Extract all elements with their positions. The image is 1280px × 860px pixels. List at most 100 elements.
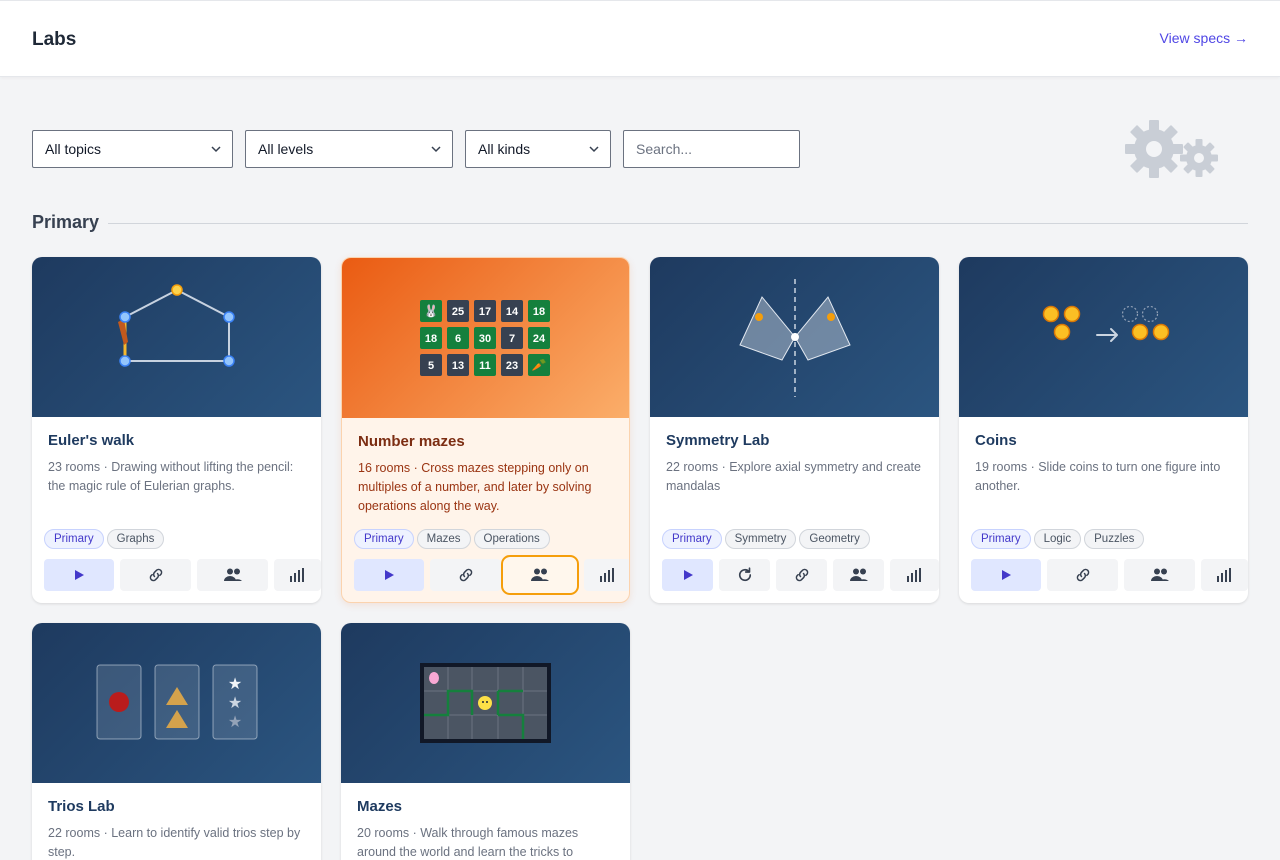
svg-text:★: ★ <box>228 693 242 712</box>
grid-cell-value: 14 <box>506 306 519 318</box>
card-title: Euler's walk <box>48 432 135 449</box>
card-title: Trios Lab <box>48 798 115 815</box>
topic-select[interactable]: All topics <box>32 130 233 168</box>
tag-list: Primary Symmetry Geometry <box>662 529 873 549</box>
grid-cell-value: 6 <box>455 333 461 345</box>
link-icon <box>795 568 808 582</box>
stats-button[interactable] <box>890 559 939 591</box>
chevron-down-icon <box>211 146 221 153</box>
copy-link-button[interactable] <box>430 559 501 591</box>
kind-select-value: All kinds <box>478 141 531 157</box>
top-bar: Labs View specs → <box>0 0 1280 77</box>
group-play-button[interactable] <box>833 559 884 591</box>
grid-cell-value: 24 <box>533 333 546 345</box>
users-icon <box>223 568 242 581</box>
group-play-button[interactable] <box>501 555 579 595</box>
tag: Symmetry <box>724 529 797 549</box>
stats-button[interactable] <box>584 559 629 591</box>
maze-illustration-icon <box>420 663 551 743</box>
play-button[interactable] <box>44 559 114 591</box>
grid-cell-value: 🥕 <box>532 358 547 372</box>
symmetry-illustration-icon <box>739 279 851 397</box>
level-select[interactable]: All levels <box>245 130 453 168</box>
refresh-icon <box>738 567 751 582</box>
play-button[interactable] <box>354 559 424 591</box>
grid-cell-value: 17 <box>479 306 491 318</box>
card-description: 19 rooms · Slide coins to turn one figur… <box>975 460 1221 493</box>
tag-list: Primary Logic Puzzles <box>971 529 1147 549</box>
chevron-down-icon <box>589 146 599 153</box>
tag: Primary <box>971 529 1031 549</box>
stats-icon <box>906 568 921 582</box>
grid-cell-value: 11 <box>479 360 491 372</box>
tag-list: Primary Graphs <box>44 529 167 549</box>
lab-card-eulers-walk[interactable]: Euler's walk 23 rooms · Drawing without … <box>32 257 321 603</box>
card-description: 23 rooms · Drawing without lifting the p… <box>48 460 294 493</box>
users-icon <box>531 568 549 581</box>
chevron-down-icon <box>431 146 441 153</box>
stats-button[interactable] <box>274 559 321 591</box>
card-title: Mazes <box>357 798 403 815</box>
link-icon <box>149 568 162 582</box>
view-specs-link[interactable]: View specs → <box>1160 30 1248 46</box>
grid-cell-value: 23 <box>506 360 518 372</box>
tag: Mazes <box>416 529 471 549</box>
play-button[interactable] <box>971 559 1041 591</box>
group-play-button[interactable] <box>1124 559 1195 591</box>
trios-illustration-icon: ★ ★ ★ <box>96 664 258 740</box>
play-icon <box>385 570 394 580</box>
page-title: Labs <box>32 29 77 50</box>
copy-link-button[interactable] <box>776 559 827 591</box>
link-icon <box>1076 568 1089 582</box>
copy-link-button[interactable] <box>1047 559 1118 591</box>
search-input[interactable] <box>623 130 800 168</box>
card-description: 20 rooms · Walk through famous mazes aro… <box>357 826 579 859</box>
play-button[interactable] <box>662 559 713 591</box>
lab-card-trios-lab[interactable]: ★ ★ ★ Trios Lab 22 rooms · Learn to iden… <box>32 623 321 860</box>
lab-card-number-mazes[interactable]: 🐰 25 17 14 18 18 6 30 7 24 5 13 11 23 🥕 Number mazes 1… <box>341 257 630 603</box>
lab-card-coins[interactable]: Coins 19 rooms · Slide coins to turn one… <box>959 257 1248 603</box>
grid-cell-value: 7 <box>509 333 515 345</box>
stats-icon <box>289 568 304 582</box>
grid-cell-value: 25 <box>452 306 464 318</box>
card-thumbnail: 🐰 25 17 14 18 18 6 30 7 24 5 13 11 23 🥕 <box>342 258 629 418</box>
link-icon <box>459 568 472 582</box>
lab-card-mazes[interactable]: Mazes 20 rooms · Walk through famous maz… <box>341 623 630 860</box>
tag: Primary <box>354 529 414 549</box>
users-icon <box>849 568 868 581</box>
graph-illustration-icon <box>118 284 235 367</box>
group-play-button[interactable] <box>197 559 268 591</box>
tag: Puzzles <box>1084 529 1145 549</box>
stats-icon <box>599 568 614 582</box>
lab-card-symmetry-lab[interactable]: Symmetry Lab 22 rooms · Explore axial sy… <box>650 257 939 603</box>
restart-button[interactable] <box>719 559 770 591</box>
play-icon <box>1002 570 1011 580</box>
stats-icon <box>1216 568 1231 582</box>
section-title: Primary <box>32 212 100 232</box>
svg-text:★: ★ <box>228 674 242 693</box>
card-description: 22 rooms · Learn to identify valid trios… <box>48 826 301 859</box>
gears-icon <box>1125 120 1218 178</box>
tag: Primary <box>44 529 104 549</box>
svg-text:★: ★ <box>228 712 242 731</box>
grid-cell-value: 18 <box>533 306 545 318</box>
topic-select-value: All topics <box>45 141 102 157</box>
card-thumbnail <box>341 623 630 783</box>
card-description: 16 rooms · Cross mazes stepping only on … <box>358 461 592 513</box>
copy-link-button[interactable] <box>120 559 191 591</box>
card-description: 22 rooms · Explore axial symmetry and cr… <box>666 460 921 493</box>
card-thumbnail <box>32 257 321 417</box>
stats-button[interactable] <box>1201 559 1248 591</box>
play-icon <box>683 570 693 580</box>
tag: Primary <box>662 529 722 549</box>
card-thumbnail <box>959 257 1248 417</box>
grid-cell-value: 5 <box>428 360 434 372</box>
card-title: Coins <box>975 432 1017 449</box>
tag-list: Primary Mazes Operations <box>354 529 553 549</box>
coins-illustration-icon <box>1042 305 1170 342</box>
card-title: Number mazes <box>358 433 465 450</box>
kind-select[interactable]: All kinds <box>465 130 611 168</box>
card-thumbnail: ★ ★ ★ <box>32 623 321 783</box>
tag: Operations <box>473 529 550 549</box>
users-icon <box>1150 568 1169 581</box>
